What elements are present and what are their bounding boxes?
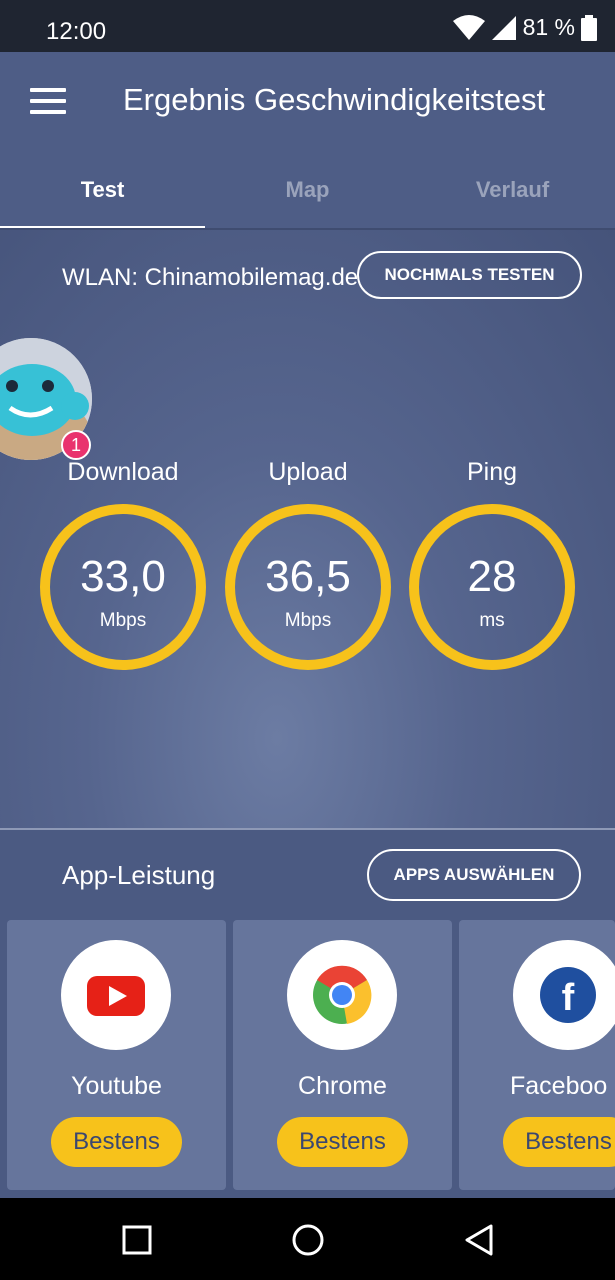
ping-gauge: 28 ms [409, 504, 575, 670]
svg-text:f: f [562, 977, 575, 1019]
select-apps-button[interactable]: APPS AUSWÄHLEN [367, 849, 581, 901]
app-name: Youtube [71, 1072, 162, 1100]
rating-badge: Bestens [503, 1117, 615, 1167]
page-title: Ergebnis Geschwindigkeitstest [123, 82, 546, 117]
tab-verlauf[interactable]: Verlauf [410, 162, 615, 228]
tab-bar: Test Map Verlauf [0, 162, 615, 230]
download-value: 33,0 [80, 552, 166, 601]
status-bar: 12:00 81 % [0, 0, 615, 52]
wifi-icon [452, 14, 485, 40]
recents-square-icon[interactable] [119, 1222, 155, 1258]
app-icon-circle: f [513, 940, 615, 1050]
upload-gauge: 36,5 Mbps [225, 504, 391, 670]
download-gauge: 33,0 Mbps [40, 504, 206, 670]
cellular-signal-icon [491, 15, 516, 40]
section-title: App-Leistung [62, 860, 216, 890]
app-name: Chrome [298, 1072, 387, 1100]
metric-label: Ping [466, 458, 518, 486]
network-name: WLAN: Chinamobilemag.de [62, 264, 359, 291]
test-result-panel: WLAN: Chinamobilemag.de NOCHMALS TESTEN … [0, 230, 615, 828]
youtube-icon [87, 976, 145, 1016]
metric-download: Download 33,0 Mbps [38, 458, 208, 670]
tab-test[interactable]: Test [0, 162, 205, 228]
ping-unit: ms [479, 610, 505, 631]
status-time: 12:00 [46, 18, 107, 45]
download-unit: Mbps [99, 610, 147, 631]
tab-map[interactable]: Map [205, 162, 410, 228]
back-triangle-icon[interactable] [461, 1222, 497, 1258]
rating-badge: Bestens [51, 1117, 182, 1167]
app-name: Faceboo [510, 1072, 608, 1100]
system-nav-bar [0, 1198, 615, 1280]
facebook-icon: f [540, 967, 596, 1023]
rating-badge: Bestens [277, 1117, 408, 1167]
app-icon-circle [287, 940, 397, 1050]
chrome-icon [313, 965, 372, 1024]
notification-badge: 1 [61, 430, 91, 460]
app-bar: Ergebnis Geschwindigkeitstest Test Map V… [0, 52, 615, 230]
battery-icon [581, 14, 597, 41]
app-card-youtube[interactable]: Youtube Bestens [7, 920, 226, 1190]
ping-value: 28 [467, 552, 517, 601]
upload-value: 36,5 [265, 552, 351, 601]
retest-button[interactable]: NOCHMALS TESTEN [357, 251, 582, 299]
hamburger-menu-icon[interactable] [30, 88, 66, 114]
metric-label: Upload [268, 458, 348, 486]
app-performance-section: App-Leistung APPS AUSWÄHLEN Youtube Best… [0, 830, 615, 1198]
app-card-chrome[interactable]: Chrome Bestens [233, 920, 452, 1190]
home-circle-icon[interactable] [290, 1222, 326, 1258]
metric-label: Download [67, 458, 179, 486]
metric-upload: Upload 36,5 Mbps [223, 458, 393, 670]
metric-ping: Ping 28 ms [407, 458, 577, 670]
battery-percent: 81 % [522, 14, 575, 40]
upload-unit: Mbps [284, 610, 332, 631]
app-icon-circle [61, 940, 171, 1050]
app-card-facebook[interactable]: f Faceboo Bestens [459, 920, 615, 1190]
